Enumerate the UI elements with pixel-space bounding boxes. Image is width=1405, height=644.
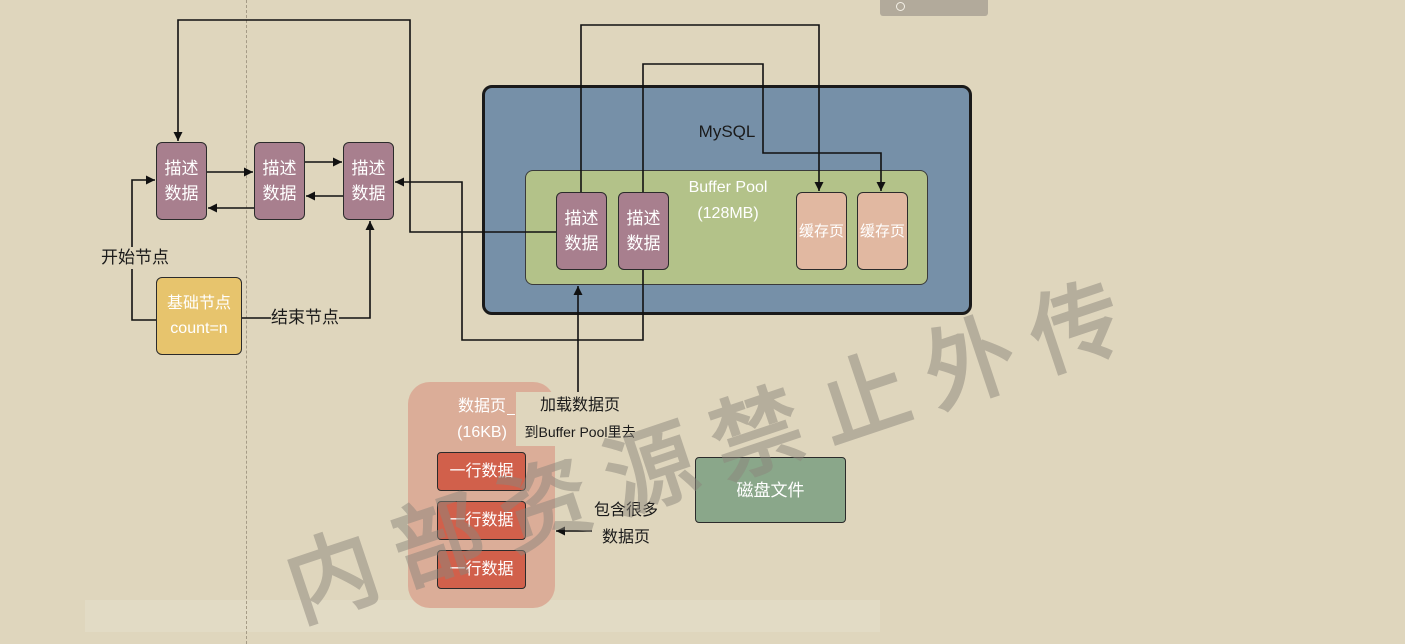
start-node-label: 开始节点 [101, 247, 169, 269]
free-list-base-node: 基础节点 count=n [156, 277, 242, 355]
pool-descriptor-block-2: 描述 数据 [618, 192, 669, 270]
block-text-line2: 数据 [564, 234, 599, 253]
end-node-label: 结束节点 [271, 307, 339, 329]
dashed-guide-line [246, 0, 247, 644]
toolbar-button[interactable] [880, 0, 988, 16]
buffer-pool-title-text: Buffer Pool [688, 179, 768, 196]
free-list-node-3: 描述 数据 [343, 142, 394, 220]
diagram-canvas: MySQL Buffer Pool (128MB) 描述 数据 描述 数据 缓存… [0, 0, 1405, 644]
free-list-node-2: 描述 数据 [254, 142, 305, 220]
mysql-title: MySQL [677, 120, 777, 144]
data-row-2: 一行数据 [437, 501, 526, 540]
block-text-line2: 数据 [262, 184, 297, 203]
connector-end-node [242, 221, 375, 319]
contains-pages-line2: 数据页 [601, 529, 650, 546]
block-text-line2: 数据 [351, 184, 386, 203]
cache-page-label: 缓存页 [859, 222, 905, 240]
data-page-title-mark [507, 414, 515, 415]
data-row-3: 一行数据 [437, 550, 526, 589]
block-text-line2: 数据 [626, 234, 661, 253]
data-row-1: 一行数据 [437, 452, 526, 491]
cache-page-2: 缓存页 [857, 192, 908, 270]
block-text-line2: 数据 [164, 184, 199, 203]
block-text-line1: 描述 [626, 209, 661, 228]
contains-pages-label: 包含很多 数据页 [592, 497, 660, 551]
disk-file-label: 磁盘文件 [736, 480, 805, 500]
contains-pages-line1: 包含很多 [593, 502, 658, 519]
data-row-label: 一行数据 [449, 512, 514, 529]
load-page-label: 加载数据页 到Buffer Pool里去 [516, 392, 644, 446]
load-page-label-line2: 到Buffer Pool里去 [524, 424, 636, 440]
watermark: 内部资源禁止外传 [274, 260, 1156, 640]
base-node-title: 基础节点 [166, 295, 231, 312]
load-page-label-line1: 加载数据页 [539, 397, 620, 414]
block-text-line1: 描述 [351, 159, 386, 178]
block-text-line1: 描述 [164, 159, 199, 178]
cache-page-label: 缓存页 [798, 222, 844, 240]
pool-descriptor-block-1: 描述 数据 [556, 192, 607, 270]
block-text-line1: 描述 [262, 159, 297, 178]
block-text-line1: 描述 [564, 209, 599, 228]
disk-file-box: 磁盘文件 [695, 457, 846, 523]
data-row-label: 一行数据 [449, 561, 514, 578]
buffer-pool-size: (128MB) [697, 205, 759, 222]
cache-page-1: 缓存页 [796, 192, 847, 270]
data-row-label: 一行数据 [449, 463, 514, 480]
buffer-pool-title: Buffer Pool (128MB) [668, 175, 788, 227]
mysql-title-text: MySQL [698, 122, 756, 141]
circle-icon [896, 2, 905, 11]
base-node-count: count=n [170, 320, 228, 337]
free-list-node-1: 描述 数据 [156, 142, 207, 220]
